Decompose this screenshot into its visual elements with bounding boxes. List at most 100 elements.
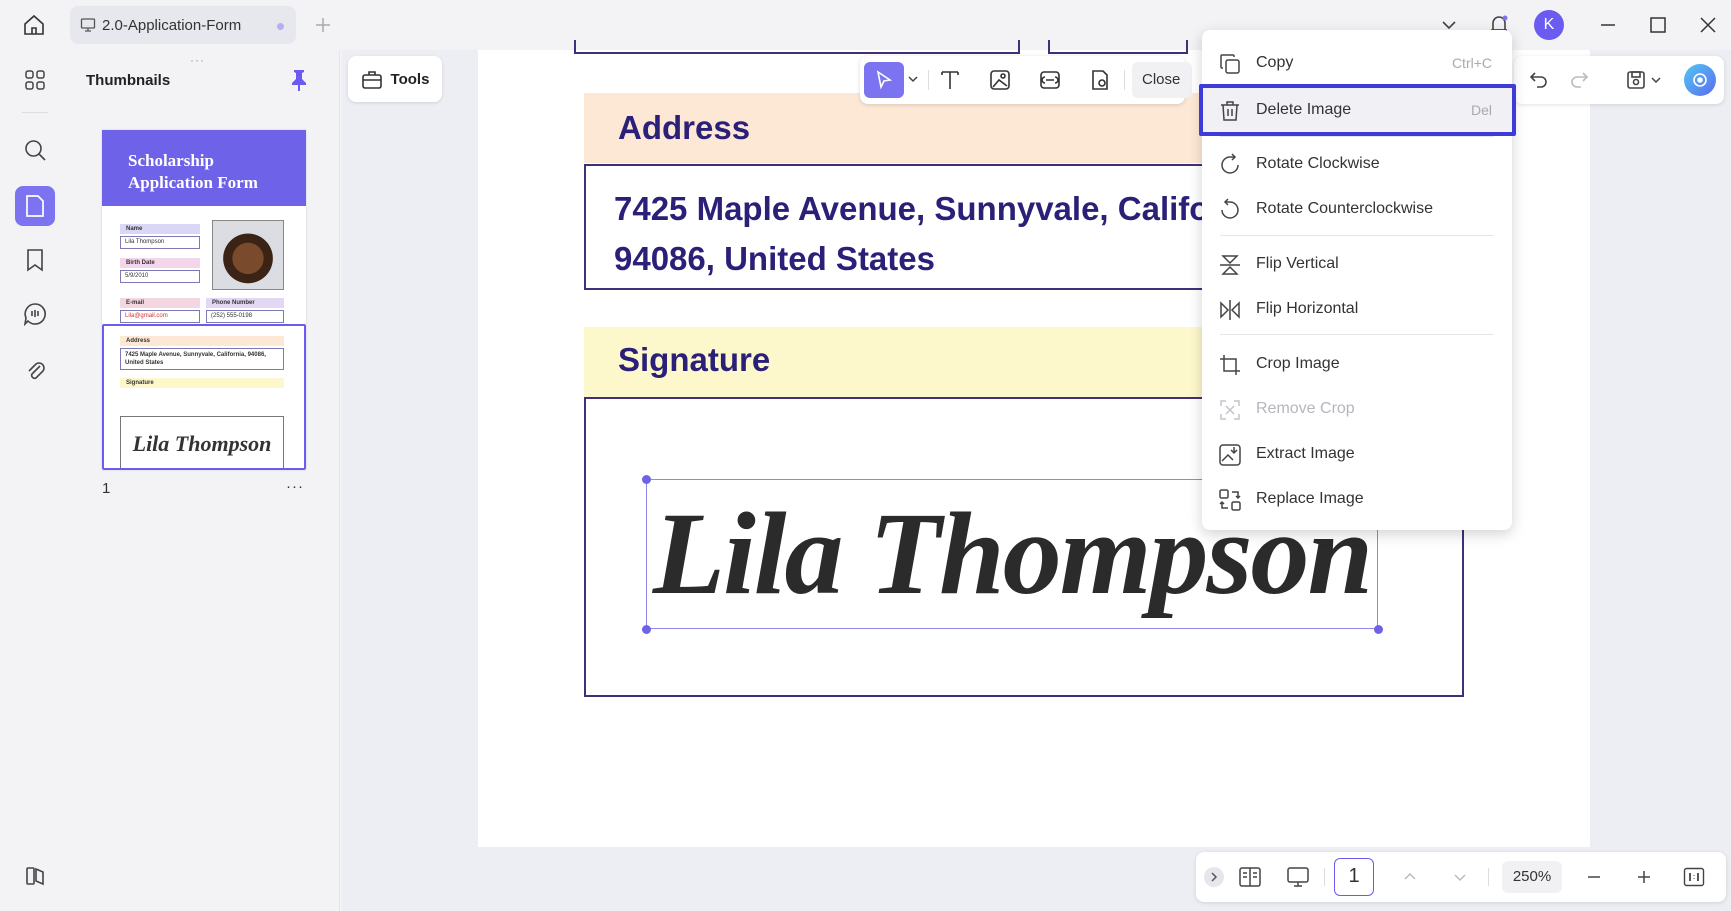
document-tab[interactable]: 2.0-Application-Form bbox=[70, 6, 296, 44]
previous-page-icon[interactable] bbox=[1396, 863, 1424, 891]
thumbnail-page-number: 1 bbox=[102, 480, 111, 497]
flip-horizontal-icon bbox=[1220, 300, 1240, 320]
menu-item-label: Replace Image bbox=[1256, 490, 1364, 507]
bookmark-icon[interactable] bbox=[15, 240, 55, 280]
tools-button[interactable]: Tools bbox=[348, 56, 442, 102]
next-page-icon[interactable] bbox=[1446, 863, 1474, 891]
menu-divider bbox=[1220, 136, 1494, 137]
flip-vertical-icon bbox=[1220, 255, 1240, 275]
pin-icon[interactable] bbox=[288, 68, 310, 92]
menu-item-flip-horizontal[interactable]: Flip Horizontal bbox=[1202, 287, 1512, 331]
thumbnails-panel: ··· Thumbnails Scholarship Application F… bbox=[70, 50, 340, 911]
avatar[interactable]: K bbox=[1534, 10, 1564, 40]
actual-size-icon[interactable] bbox=[1680, 863, 1708, 891]
address-heading: Address bbox=[618, 109, 751, 146]
ai-assistant-icon[interactable] bbox=[1684, 64, 1716, 96]
undo-icon[interactable] bbox=[1524, 66, 1552, 94]
resize-handle-bottom-right[interactable] bbox=[1374, 625, 1383, 634]
menu-item-rotate-counterclockwise[interactable]: Rotate Counterclockwise bbox=[1202, 187, 1512, 231]
thumbnails-title: Thumbnails bbox=[86, 72, 171, 89]
home-icon[interactable] bbox=[20, 12, 48, 38]
thumbnail-birth-value: 5/9/2010 bbox=[120, 270, 200, 283]
toolbar-divider bbox=[928, 70, 929, 90]
save-icon[interactable] bbox=[1622, 66, 1650, 94]
chevron-down-icon[interactable] bbox=[906, 72, 920, 86]
presentation-icon[interactable] bbox=[1284, 863, 1312, 891]
chevron-down-icon[interactable] bbox=[1648, 66, 1664, 94]
resize-handle-top-left[interactable] bbox=[642, 475, 651, 484]
panel-grip[interactable]: ··· bbox=[190, 53, 205, 67]
minimize-icon[interactable] bbox=[1594, 11, 1622, 39]
watermark-tool-icon[interactable] bbox=[1086, 66, 1114, 94]
menu-item-extract-image[interactable]: Extract Image bbox=[1202, 432, 1512, 476]
apps-grid-icon[interactable] bbox=[15, 60, 55, 100]
cursor-icon bbox=[876, 70, 893, 90]
thumbnail-header: Scholarship Application Form bbox=[102, 130, 306, 206]
thumbnail-form-title: Scholarship Application Form bbox=[128, 151, 258, 192]
menu-item-label: Flip Vertical bbox=[1256, 255, 1339, 272]
page-number-input[interactable]: 1 bbox=[1334, 858, 1374, 896]
field-box bbox=[1048, 40, 1188, 54]
new-tab-button[interactable] bbox=[310, 12, 336, 38]
attachment-icon[interactable] bbox=[15, 350, 55, 390]
rail-divider bbox=[22, 112, 48, 113]
link-tool-icon[interactable] bbox=[1036, 66, 1064, 94]
menu-item-label: Extract Image bbox=[1256, 445, 1355, 462]
thumbnail-phone-label: Phone Number bbox=[206, 298, 284, 308]
zoom-in-icon[interactable] bbox=[1630, 863, 1658, 891]
reading-mode-icon[interactable] bbox=[1236, 863, 1264, 891]
text-tool-icon[interactable] bbox=[936, 66, 964, 94]
resize-handle-bottom-left[interactable] bbox=[642, 625, 651, 634]
redo-icon[interactable] bbox=[1566, 66, 1594, 94]
close-window-icon[interactable] bbox=[1694, 11, 1722, 39]
document-area: Tools Address 7425 Maple Avenue, Sunnyva… bbox=[342, 40, 1731, 911]
menu-item-label: Flip Horizontal bbox=[1256, 300, 1359, 317]
toolbar-divider bbox=[1124, 70, 1125, 90]
toolbox-icon bbox=[361, 71, 382, 89]
maximize-icon[interactable] bbox=[1644, 11, 1672, 39]
monitor-icon bbox=[80, 18, 96, 32]
zoom-level[interactable]: 250% bbox=[1502, 861, 1562, 893]
extract-image-icon bbox=[1219, 444, 1241, 466]
thumbnail-phone-value: (252) 555-0198 bbox=[206, 310, 284, 323]
image-tool-icon[interactable] bbox=[986, 66, 1014, 94]
plus-icon bbox=[316, 18, 330, 32]
tools-label: Tools bbox=[390, 70, 430, 88]
bottom-bar: 1 250% bbox=[1196, 852, 1726, 902]
search-icon[interactable] bbox=[15, 130, 55, 170]
thumbnail-more-button[interactable]: ··· bbox=[286, 478, 304, 495]
close-edit-button[interactable]: Close bbox=[1132, 62, 1192, 98]
chevron-right-icon[interactable] bbox=[1204, 867, 1224, 887]
menu-item-copy[interactable]: Copy Ctrl+C bbox=[1202, 41, 1512, 85]
rotate-clockwise-icon bbox=[1221, 153, 1239, 174]
menu-item-crop-image[interactable]: Crop Image bbox=[1202, 342, 1512, 386]
menu-divider bbox=[1220, 235, 1494, 236]
menu-item-replace-image[interactable]: Replace Image bbox=[1202, 477, 1512, 521]
thumbnail-name-value: Lila Thompson bbox=[120, 236, 200, 249]
menu-item-remove-crop[interactable]: Remove Crop bbox=[1202, 387, 1512, 431]
replace-image-icon bbox=[1219, 489, 1241, 511]
delete-image-highlight-frame bbox=[1199, 84, 1516, 136]
select-tool-button[interactable] bbox=[864, 62, 904, 98]
thumbnail-email-label: E-mail bbox=[120, 298, 200, 308]
rotate-counterclockwise-icon bbox=[1221, 198, 1239, 219]
thumbnail-selection-frame bbox=[102, 324, 306, 470]
copy-icon bbox=[1220, 54, 1240, 74]
menu-item-label: Copy bbox=[1256, 54, 1294, 71]
unsaved-dot bbox=[277, 23, 284, 30]
layers-icon[interactable] bbox=[15, 856, 55, 896]
menu-item-label: Remove Crop bbox=[1256, 400, 1355, 417]
thumbnail-email-value: Lila@gmail.com bbox=[120, 310, 200, 323]
bottom-divider bbox=[1488, 868, 1489, 886]
menu-item-flip-vertical[interactable]: Flip Vertical bbox=[1202, 242, 1512, 286]
signature-heading: Signature bbox=[618, 341, 771, 378]
thumbnails-icon[interactable] bbox=[15, 186, 55, 226]
menu-item-label: Rotate Clockwise bbox=[1256, 155, 1380, 172]
field-box bbox=[574, 40, 1020, 54]
zoom-out-icon[interactable] bbox=[1580, 863, 1608, 891]
left-rail bbox=[0, 50, 70, 911]
comments-icon[interactable] bbox=[15, 294, 55, 334]
menu-item-rotate-clockwise[interactable]: Rotate Clockwise bbox=[1202, 142, 1512, 186]
bottom-divider bbox=[1324, 868, 1325, 886]
thumbnail-photo bbox=[212, 220, 284, 290]
